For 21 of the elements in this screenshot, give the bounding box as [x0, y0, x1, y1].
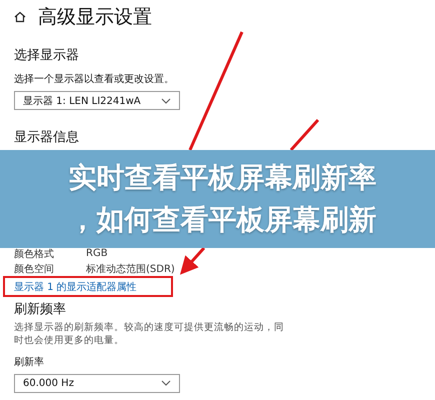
annotation-line: [290, 119, 320, 151]
section-heading: 选择显示器: [14, 47, 79, 64]
page-title: 高级显示设置: [38, 5, 152, 30]
hint-text: 选择一个显示器以查看或更改设置。: [14, 72, 174, 86]
field-label: 刷新率: [14, 356, 44, 369]
section-heading: 刷新频率: [14, 301, 66, 318]
section-heading: 显示器信息: [14, 129, 79, 146]
adapter-link[interactable]: 显示器 1 的显示适配器属性: [14, 280, 137, 294]
chevron-icon: [161, 380, 171, 386]
display-dropdown[interactable]: 显示器 1: LEN LI2241wA: [14, 91, 180, 110]
headline-text: 实时查看平板屏幕刷新率: [68, 160, 376, 196]
annotation-arrow: [180, 247, 206, 275]
info-value: 标准动态范围(SDR): [86, 262, 175, 276]
headline-text: ，如何查看平板屏幕刷新: [68, 202, 376, 238]
info-label: 颜色空间: [14, 262, 55, 276]
info-value: RGB: [86, 248, 108, 259]
refresh-rate-dropdown[interactable]: 60.000 Hz: [14, 374, 180, 393]
description-text: 选择显示器的刷新频率。较高的速度可提供更流畅的运动，同时也会使用更多的电量。: [14, 322, 284, 348]
info-label: 颜色格式: [14, 248, 55, 260]
home-icon[interactable]: [14, 11, 26, 23]
chevron-icon: [161, 98, 171, 104]
